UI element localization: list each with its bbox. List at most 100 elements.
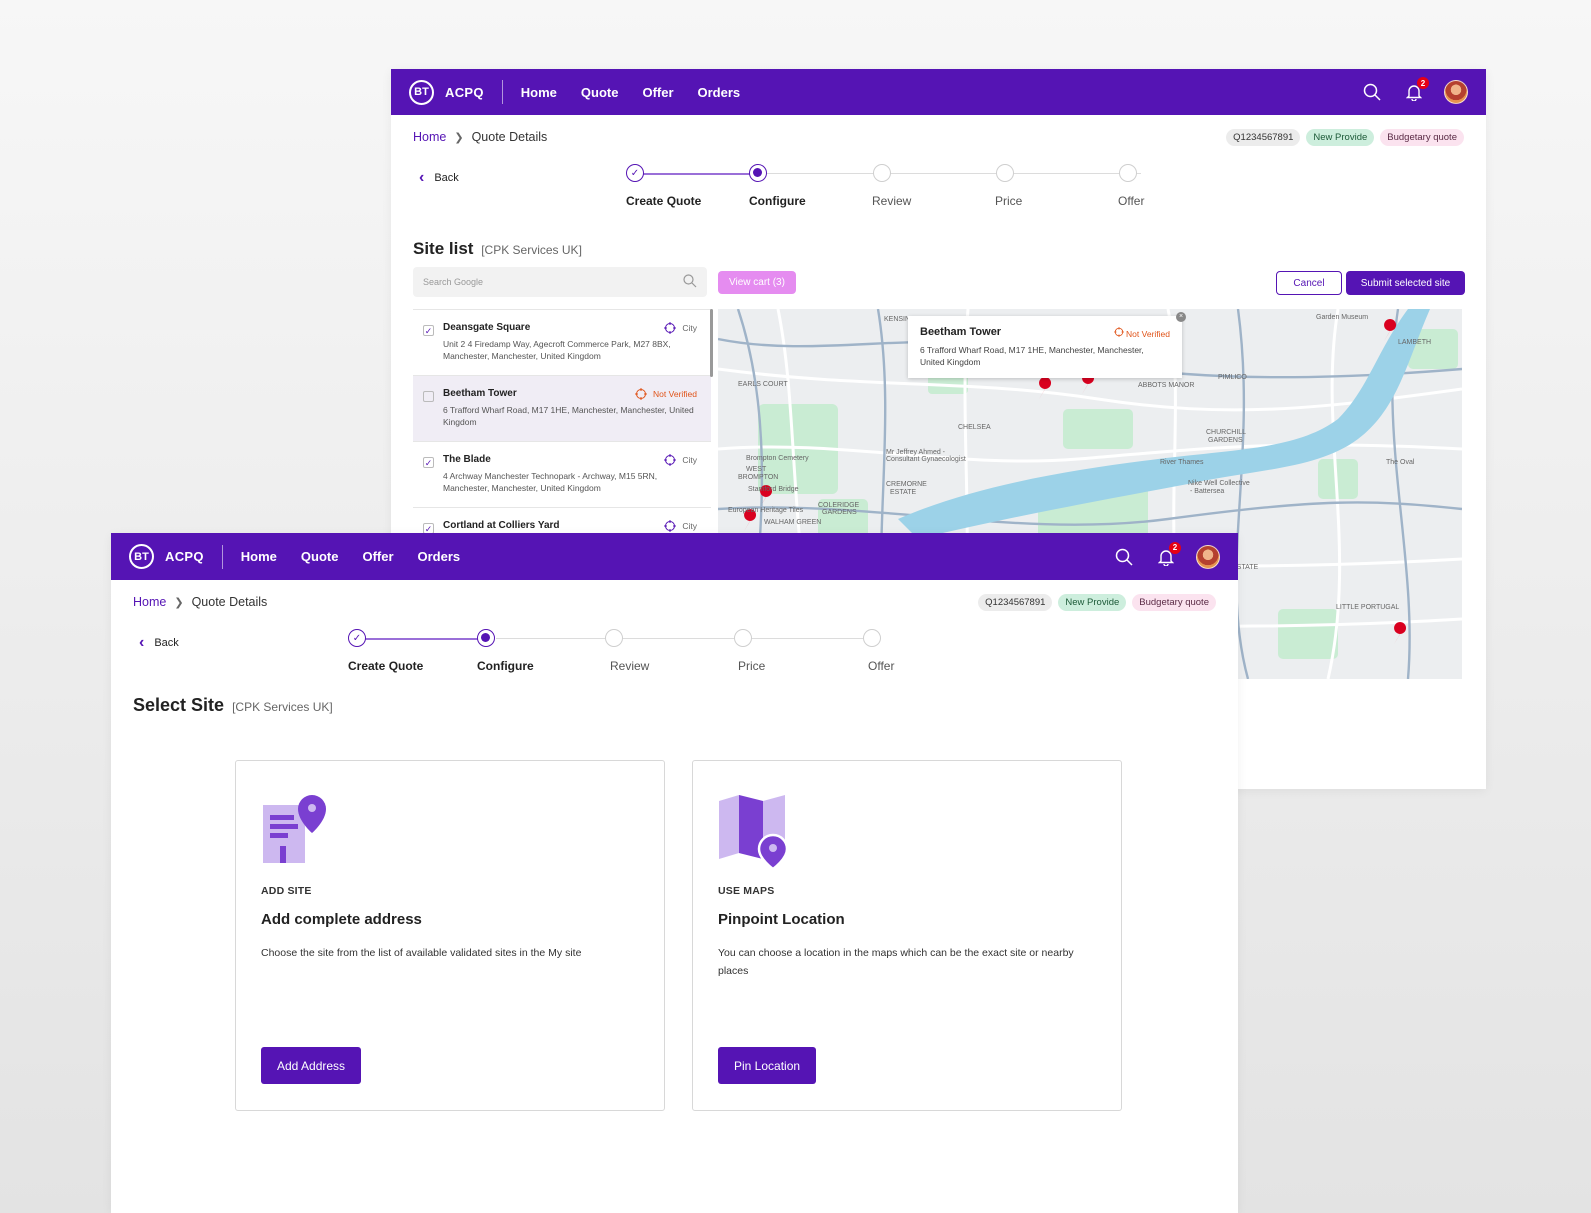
add-site-card: ADD SITE Add complete address Choose the… xyxy=(235,760,665,1111)
nav-divider xyxy=(221,544,223,569)
breadcrumb-current: Quote Details xyxy=(191,595,268,609)
nav-home[interactable]: Home xyxy=(521,85,557,100)
pin-location-button[interactable]: Pin Location xyxy=(718,1047,817,1084)
crosshair-icon xyxy=(664,322,677,334)
step-pending-marker xyxy=(873,164,891,182)
page-title: Select Site [CPK Services UK] xyxy=(133,695,333,716)
map-label: PIMLICO xyxy=(1218,374,1247,381)
step-offer: Offer xyxy=(868,659,895,673)
bell-icon[interactable]: 2 xyxy=(1154,541,1181,569)
site-status: City xyxy=(664,520,697,532)
close-icon[interactable]: × xyxy=(1176,312,1186,322)
map-label: Stamford Bridge xyxy=(748,486,799,493)
card-kicker: ADD SITE xyxy=(261,885,312,897)
nav-offer[interactable]: Offer xyxy=(362,549,393,564)
nav-quote[interactable]: Quote xyxy=(581,85,619,100)
bell-icon[interactable]: 2 xyxy=(1402,77,1429,104)
address-document-icon xyxy=(263,795,326,863)
map-popup[interactable]: Beetham Tower Not Verified 6 Trafford Wh… xyxy=(908,312,1186,378)
quote-type-badge: Budgetary quote xyxy=(1380,128,1464,146)
search-icon[interactable] xyxy=(683,274,697,290)
site-status: City xyxy=(664,322,697,334)
breadcrumb-home[interactable]: Home xyxy=(413,130,446,144)
bt-logo[interactable]: BT xyxy=(409,79,434,105)
site-name: The Blade xyxy=(443,454,491,465)
quote-id-badge: Q1234567891 xyxy=(1226,128,1301,146)
site-list-title: Site list xyxy=(413,239,474,258)
map-label: Nike Well Collective xyxy=(1188,480,1250,487)
map-label: LITTLE PORTUGAL xyxy=(1336,604,1399,611)
step-done-check-icon: ✓ xyxy=(626,164,644,182)
progress-stepper: ‹ Back ✓ Create Quote Configure Review P… xyxy=(111,624,1238,694)
top-navigation: BT ACPQ Home Quote Offer Orders 2 xyxy=(391,69,1486,115)
breadcrumb-home[interactable]: Home xyxy=(133,595,166,609)
site-list: ✓ Deansgate Square Unit 2 4 Firedamp Way… xyxy=(413,309,711,539)
add-address-button[interactable]: Add Address xyxy=(261,1047,362,1084)
search-icon[interactable] xyxy=(1112,545,1136,569)
provide-badge: New Provide xyxy=(1306,128,1375,146)
step-create-quote: Create Quote xyxy=(626,194,702,208)
list-scrollbar[interactable] xyxy=(710,309,713,377)
nav-home[interactable]: Home xyxy=(241,549,277,564)
select-site-title: Select Site xyxy=(133,695,225,715)
search-input[interactable]: Search Google xyxy=(413,267,707,297)
map-label: River Thames xyxy=(1160,459,1204,466)
nav-orders[interactable]: Orders xyxy=(418,549,461,564)
card-heading: Pinpoint Location xyxy=(718,911,845,928)
quote-type-badge: Budgetary quote xyxy=(1132,593,1216,611)
avatar[interactable] xyxy=(1444,80,1468,104)
cancel-button[interactable]: Cancel xyxy=(1276,271,1342,295)
checkbox[interactable] xyxy=(423,391,434,402)
site-status-label: City xyxy=(682,455,697,465)
list-item[interactable]: ✓ The Blade 4 Archway Manchester Technop… xyxy=(413,442,711,508)
list-item[interactable]: ✓ Deansgate Square Unit 2 4 Firedamp Way… xyxy=(413,310,711,376)
card-description: You can choose a location in the maps wh… xyxy=(718,947,1074,977)
site-status-label: City xyxy=(682,323,697,333)
list-item[interactable]: Beetham Tower 6 Trafford Wharf Road, M17… xyxy=(413,376,711,442)
map-label: GARDENS xyxy=(822,509,857,516)
nav-orders[interactable]: Orders xyxy=(698,85,741,100)
nav-quote[interactable]: Quote xyxy=(301,549,339,564)
app-name: ACPQ xyxy=(445,84,484,100)
step-pending-marker xyxy=(734,629,752,647)
back-button[interactable]: ‹ Back xyxy=(139,634,179,652)
avatar[interactable] xyxy=(1196,544,1220,569)
breadcrumb: Home ❯ Quote Details Q1234567891 New Pro… xyxy=(391,115,1486,159)
customer-name: [CPK Services UK] xyxy=(481,243,582,257)
view-cart-button[interactable]: View cart (3) xyxy=(718,271,796,294)
chevron-left-icon: ‹ xyxy=(419,169,425,186)
chevron-right-icon: ❯ xyxy=(174,596,184,609)
checkbox[interactable]: ✓ xyxy=(423,325,434,336)
bt-logo[interactable]: BT xyxy=(129,544,154,569)
step-offer: Offer xyxy=(1118,194,1145,208)
popup-status-label: Not Verified xyxy=(1126,329,1170,339)
step-review: Review xyxy=(872,194,912,208)
progress-stepper: ‹ Back ✓ Create Quote Configure Review P… xyxy=(391,159,1486,229)
map-label: Brompton Cemetery xyxy=(746,455,809,462)
site-status: City xyxy=(664,454,697,466)
submit-selected-site-button[interactable]: Submit selected site xyxy=(1346,271,1465,295)
step-create-quote: Create Quote xyxy=(348,659,424,673)
step-active-marker xyxy=(749,164,767,182)
popup-address: 6 Trafford Wharf Road, M17 1HE, Manchest… xyxy=(920,345,1144,367)
map-label: WALHAM GREEN xyxy=(764,519,821,526)
map-label: GARDENS xyxy=(1208,437,1243,444)
nav-divider xyxy=(501,80,503,104)
crosshair-icon xyxy=(664,454,677,466)
checkbox[interactable]: ✓ xyxy=(423,457,434,468)
map-pin-icon xyxy=(719,795,789,871)
chevron-left-icon: ‹ xyxy=(139,634,145,651)
back-button[interactable]: ‹ Back xyxy=(419,169,459,187)
map-label: European Heritage Tiles xyxy=(728,507,804,514)
site-status: Not Verified xyxy=(635,388,697,400)
site-name: Cortland at Colliers Yard xyxy=(443,520,560,531)
nav-offer[interactable]: Offer xyxy=(642,85,673,100)
map-label: KENSIN xyxy=(884,316,910,323)
app-name: ACPQ xyxy=(165,549,204,564)
select-site-window: BT ACPQ Home Quote Offer Orders 2 Home ❯… xyxy=(111,533,1238,1213)
map-label: CREMORNE xyxy=(886,481,927,488)
crosshair-icon xyxy=(664,520,677,532)
site-address: Unit 2 4 Firedamp Way, Agecroft Commerce… xyxy=(443,339,671,361)
site-address: 6 Trafford Wharf Road, M17 1HE, Manchest… xyxy=(443,405,694,427)
search-icon[interactable] xyxy=(1360,80,1384,104)
